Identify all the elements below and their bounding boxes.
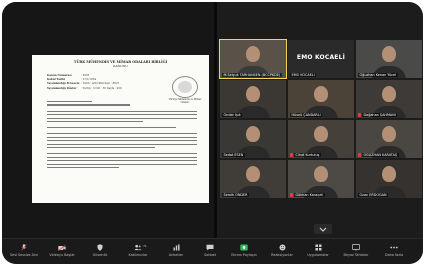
shield-icon (97, 244, 103, 251)
screen-share-panel[interactable]: TÜRK MÜHENDİS VE MİMAR ODALARI BİRLİĞİ K… (2, 2, 214, 238)
meta-key: Yayımlandığı Düstur (47, 86, 77, 90)
document-meta-row: Yayımlandığı Düstur : Tertip : 3 Cilt : … (47, 87, 122, 91)
participant-name: Önder Işık (222, 113, 243, 117)
participant-name: OĞUZHAN KARATAŞ (362, 153, 399, 157)
poll-icon (173, 244, 179, 251)
reactions-icon (279, 244, 285, 251)
participant-tile[interactable]: OĞUZHAN KARATAŞ (356, 120, 422, 158)
chat-icon (206, 244, 214, 251)
toolbar-label: Uygulamalar (307, 253, 329, 257)
toolbar-label: Ekranı Paylaşın (231, 253, 257, 257)
whiteboards-button[interactable]: Beyaz Tahtalar (338, 241, 374, 263)
toolbar-label: Sesi Sessize Alın (9, 253, 39, 257)
participant-name: EMO KOCAELİ (290, 73, 317, 77)
shared-document: TÜRK MÜHENDİS VE MİMAR ODALARI BİRLİĞİ K… (32, 55, 209, 203)
participant-name: Gökhan Karaçeli (294, 193, 325, 197)
more-button[interactable]: Daha fazla (376, 241, 412, 263)
participant-tile[interactable]: Sedat ESEN (220, 120, 286, 158)
participant-gallery: M.Selçuk TARHANSEN (BCCPKDE) EMO KOCAELİ… (218, 39, 423, 238)
apps-icon (315, 244, 321, 251)
document-meta: Kanun Numarası : 6235 Kabul Tarihi : 27/… (47, 74, 122, 91)
toolbar-label: Videoyu Başlat (49, 253, 75, 257)
toolbar-label: Anketler (168, 253, 184, 257)
participant-name: Cihat Kurtuluş (294, 153, 321, 157)
share-screen-button[interactable]: Ekranı Paylaşın (226, 241, 262, 263)
participant-tile[interactable]: Önder Işık (220, 80, 286, 118)
participant-name: Hüsnü ÇANDARLI (290, 113, 323, 117)
toolbar-label: Daha fazla (384, 253, 404, 257)
participant-count: 71 (143, 244, 147, 248)
security-button[interactable]: Güvenlik (82, 241, 118, 263)
participant-tile[interactable]: M.Selçuk TARHANSEN (BCCPKDE) (219, 39, 287, 79)
participant-name: Dağahan ŞAHMANİ (362, 113, 398, 117)
participant-tile[interactable]: Gökhan Karaçeli (288, 160, 354, 198)
participant-name: Sedat ESEN (222, 153, 245, 157)
participant-tile[interactable]: Cihat Kurtuluş (288, 120, 354, 158)
participant-tile[interactable]: Hüsnü ÇANDARLI (288, 80, 354, 118)
chevron-down-icon (319, 227, 327, 232)
participant-tile[interactable]: Semih ÖNDER (220, 160, 286, 198)
muted-mic-icon (290, 153, 293, 157)
meeting-toolbar: Sesi Sessize Alın Videoyu Başlat Güvenli… (2, 238, 423, 264)
toolbar-label: Katılımcılar (128, 253, 148, 257)
chat-button[interactable]: Sohbet (192, 241, 228, 263)
participant-tile[interactable]: Oğuzhan Kenan Yücel (356, 40, 422, 78)
document-body-text (47, 101, 197, 171)
muted-mic-icon (358, 153, 361, 157)
meeting-stage: TÜRK MÜHENDİS VE MİMAR ODALARI BİRLİĞİ K… (2, 2, 423, 238)
video-icon (58, 244, 66, 251)
participant-label-large: EMO KOCAELİ (296, 54, 346, 61)
microphone-icon (21, 244, 27, 251)
gallery-scroll-down-button[interactable] (314, 224, 332, 234)
start-video-button[interactable]: Videoyu Başlat (44, 241, 80, 263)
toolbar-label: Sohbet (204, 253, 216, 257)
participants-icon (134, 244, 142, 251)
participant-tile[interactable]: EMO KOCAELİ EMO KOCAELİ (288, 40, 354, 78)
participant-name: M.Selçuk TARHANSEN (BCCPKDE) (222, 73, 282, 77)
muted-mic-icon (358, 113, 361, 117)
toolbar-label: Güvenlik (92, 253, 108, 257)
apps-button[interactable]: Uygulamalar (300, 241, 336, 263)
participant-tile[interactable]: Dağahan ŞAHMANİ (356, 80, 422, 118)
more-icon (390, 246, 398, 249)
whiteboard-icon (352, 244, 360, 251)
tmmob-logo (172, 76, 198, 98)
toolbar-label: Reaksiyonlar (271, 253, 293, 257)
participants-button[interactable]: 71 Katılımcılar (120, 241, 156, 263)
participant-name: Ozan ERDOĞAN (358, 193, 389, 197)
reactions-button[interactable]: Reaksiyonlar (264, 241, 300, 263)
toolbar-label: Beyaz Tahtalar (343, 253, 369, 257)
participant-name: Oğuzhan Kenan Yücel (358, 73, 398, 77)
polls-button[interactable]: Anketler (158, 241, 194, 263)
split-divider[interactable] (214, 2, 217, 238)
meta-value: : Tertip : 3 Cilt : 35 Sayfa : 200 (81, 86, 122, 90)
muted-mic-icon (290, 193, 293, 197)
zoom-meeting-window: TÜRK MÜHENDİS VE MİMAR ODALARI BİRLİĞİ K… (2, 2, 423, 264)
participant-tile[interactable]: Ozan ERDOĞAN (356, 160, 422, 198)
mute-button[interactable]: Sesi Sessize Alın (6, 241, 42, 263)
document-subtitle: KANUNU (113, 64, 128, 68)
participant-name: Semih ÖNDER (222, 193, 250, 197)
share-screen-icon (240, 244, 248, 251)
